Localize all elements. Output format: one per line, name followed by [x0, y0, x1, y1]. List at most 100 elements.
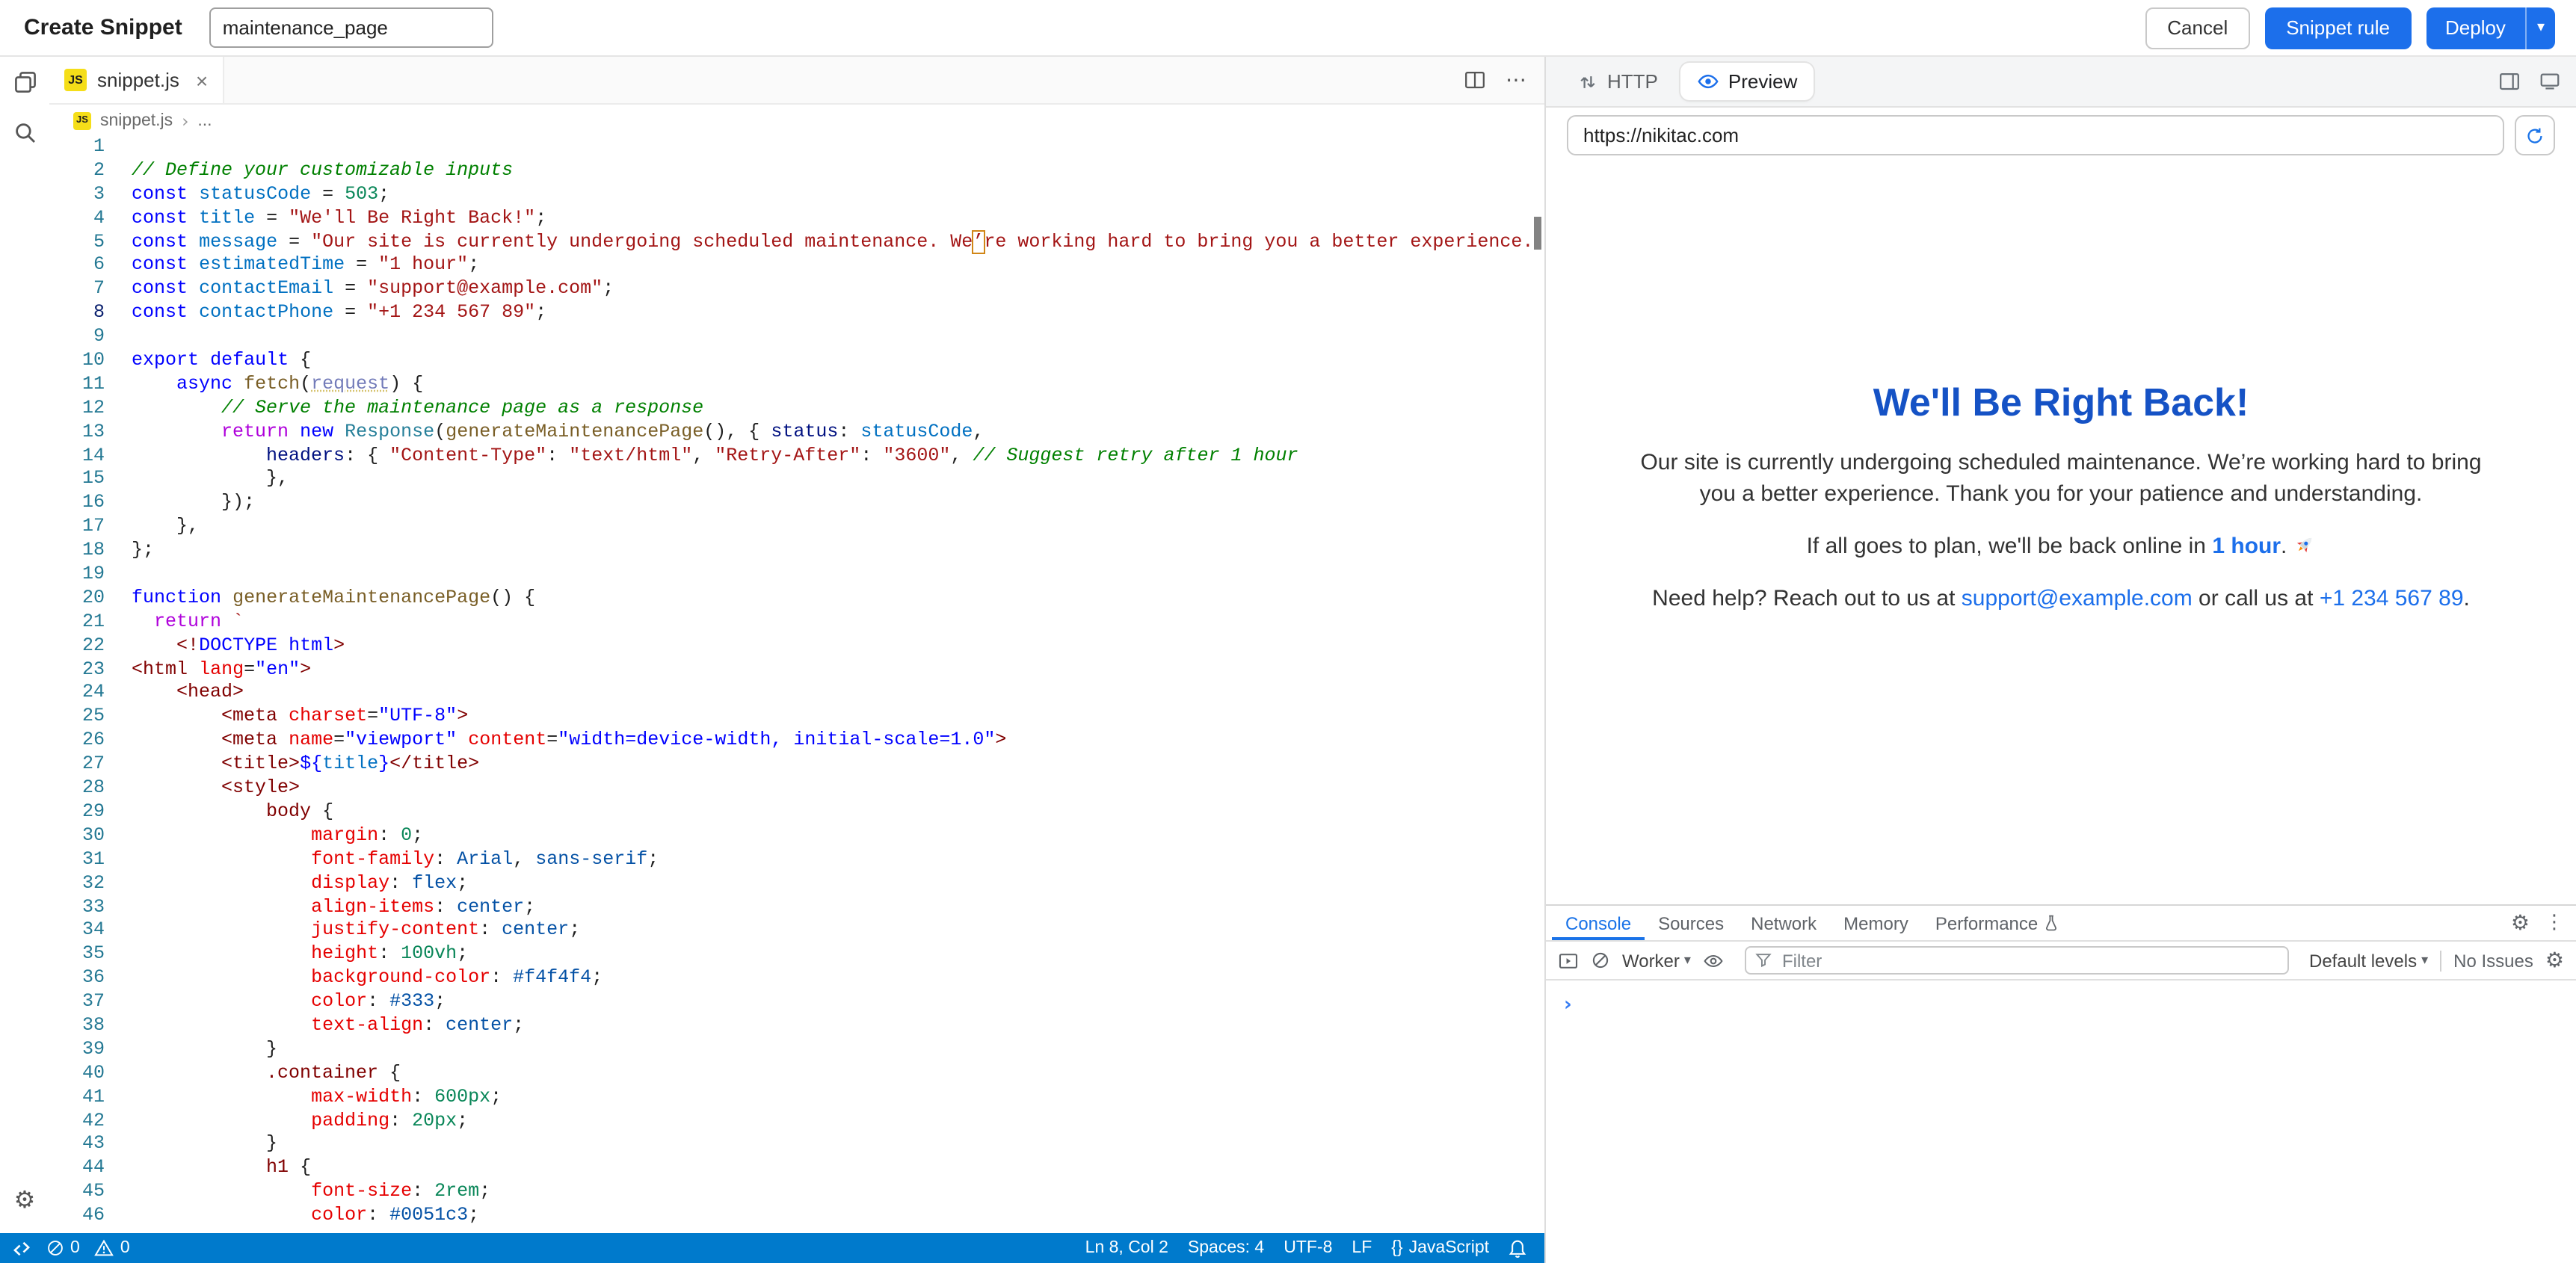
code-line[interactable]: 23<html lang="en"> — [49, 658, 1544, 682]
code-line[interactable]: 12 // Serve the maintenance page as a re… — [49, 398, 1544, 421]
code-line[interactable]: 11 async fetch(request) { — [49, 374, 1544, 398]
refresh-button[interactable] — [2515, 115, 2555, 155]
code-line[interactable]: 13 return new Response(generateMaintenan… — [49, 421, 1544, 445]
notifications-bell-icon[interactable] — [1509, 1238, 1526, 1258]
indentation-setting[interactable]: Spaces: 4 — [1188, 1239, 1264, 1257]
code-line[interactable]: 2// Define your customizable inputs — [49, 160, 1544, 184]
console-sidebar-icon[interactable] — [1558, 950, 1579, 971]
issues-counter[interactable]: No Issues — [2453, 950, 2533, 971]
code-line[interactable]: 29 body { — [49, 801, 1544, 825]
code-line[interactable]: 43 } — [49, 1134, 1544, 1158]
breadcrumb[interactable]: JS snippet.js › ... — [49, 105, 1544, 136]
code-line[interactable]: 17 }, — [49, 516, 1544, 540]
kebab-menu-icon[interactable]: ⋮ — [2545, 913, 2564, 933]
eol-setting[interactable]: LF — [1352, 1239, 1372, 1257]
console-settings-gear-icon[interactable]: ⚙ — [2545, 950, 2564, 971]
code-line[interactable]: 45 font-size: 2rem; — [49, 1181, 1544, 1205]
code-line[interactable]: 26 <meta name="viewport" content="width=… — [49, 730, 1544, 754]
code-line[interactable]: 10export default { — [49, 350, 1544, 374]
phone-link[interactable]: +1 234 567 89 — [2320, 585, 2464, 611]
support-email-link[interactable]: support@example.com — [1962, 585, 2193, 611]
snippet-rule-button[interactable]: Snippet rule — [2265, 7, 2411, 49]
cursor-position[interactable]: Ln 8, Col 2 — [1085, 1239, 1168, 1257]
warnings-indicator[interactable]: 0 — [95, 1239, 130, 1257]
live-expression-eye-icon[interactable] — [1703, 950, 1724, 971]
levels-label: Default levels — [2309, 950, 2417, 971]
line-number: 35 — [49, 944, 105, 968]
errors-indicator[interactable]: 0 — [46, 1239, 80, 1257]
line-number: 14 — [49, 445, 105, 469]
code-line[interactable]: 38 text-align: center; — [49, 1015, 1544, 1039]
close-icon[interactable]: × — [196, 70, 208, 90]
code-line[interactable]: 34 justify-content: center; — [49, 920, 1544, 944]
log-levels-dropdown[interactable]: Default levels ▾ — [2309, 950, 2428, 971]
code-line[interactable]: 30 margin: 0; — [49, 825, 1544, 849]
tab-preview[interactable]: Preview — [1680, 63, 1814, 100]
code-line[interactable]: 20function generateMaintenancePage() { — [49, 587, 1544, 611]
code-line[interactable]: 18}; — [49, 540, 1544, 563]
code-line[interactable]: 5const message = "Our site is currently … — [49, 231, 1544, 255]
code-line[interactable]: 36 background-color: #f4f4f4; — [49, 967, 1544, 991]
tab-performance[interactable]: Performance — [1922, 906, 2072, 940]
console-filter-input[interactable] — [1779, 948, 2278, 972]
code-line[interactable]: 41 max-width: 600px; — [49, 1086, 1544, 1110]
code-line[interactable]: 33 align-items: center; — [49, 896, 1544, 920]
code-line[interactable]: 7const contactEmail = "support@example.c… — [49, 279, 1544, 303]
code-line[interactable]: 31 font-family: Arial, sans-serif; — [49, 848, 1544, 872]
snippet-name-input[interactable] — [209, 7, 493, 48]
code-line[interactable]: 21 return ` — [49, 611, 1544, 635]
line-number: 13 — [49, 421, 105, 445]
language-mode[interactable]: {} JavaScript — [1391, 1239, 1489, 1257]
code-line[interactable]: 46 color: #0051c3; — [49, 1205, 1544, 1229]
code-line[interactable]: 44 h1 { — [49, 1158, 1544, 1182]
tab-sources[interactable]: Sources — [1645, 906, 1737, 940]
code-line[interactable]: 4const title = "We'll Be Right Back!"; — [49, 207, 1544, 231]
console-output[interactable]: › — [1546, 981, 2576, 1263]
gear-icon[interactable]: ⚙ — [2511, 912, 2530, 933]
deploy-dropdown-button[interactable]: ▾ — [2525, 7, 2555, 49]
clear-console-icon[interactable] — [1591, 951, 1610, 970]
split-editor-icon[interactable] — [1464, 69, 1486, 91]
cancel-button[interactable]: Cancel — [2145, 7, 2250, 49]
code-line[interactable]: 19 — [49, 563, 1544, 587]
search-icon[interactable] — [0, 108, 49, 158]
code-line[interactable]: 24 <head> — [49, 682, 1544, 706]
code-line[interactable]: 22 <!DOCTYPE html> — [49, 634, 1544, 658]
more-actions-icon[interactable]: ⋯ — [1506, 68, 1526, 92]
code-line[interactable]: 6const estimatedTime = "1 hour"; — [49, 255, 1544, 279]
code-line[interactable]: 39 } — [49, 1039, 1544, 1063]
code-line[interactable]: 27 <title>${title}</title> — [49, 753, 1544, 777]
remote-indicator-icon[interactable] — [12, 1238, 31, 1258]
code-line[interactable]: 14 headers: { "Content-Type": "text/html… — [49, 445, 1544, 469]
tab-console[interactable]: Console — [1552, 906, 1645, 940]
code-line[interactable]: 35 height: 100vh; — [49, 944, 1544, 968]
preview-url-input[interactable] — [1567, 115, 2504, 155]
tab-memory[interactable]: Memory — [1830, 906, 1922, 940]
console-prompt[interactable]: › — [1564, 994, 1572, 1016]
layout-panel-icon[interactable] — [2498, 70, 2521, 93]
code-editor[interactable]: 12// Define your customizable inputs3con… — [49, 136, 1544, 1233]
code-line[interactable]: 32 display: flex; — [49, 872, 1544, 896]
device-toolbar-icon[interactable] — [2539, 70, 2561, 93]
code-line[interactable]: 25 <meta charset="UTF-8"> — [49, 706, 1544, 730]
code-line[interactable]: 3const statusCode = 503; — [49, 184, 1544, 208]
code-line[interactable]: 28 <style> — [49, 777, 1544, 801]
code-line[interactable]: 40 .container { — [49, 1062, 1544, 1086]
code-line[interactable]: 37 color: #333; — [49, 991, 1544, 1015]
encoding-setting[interactable]: UTF-8 — [1284, 1239, 1332, 1257]
execution-context-dropdown[interactable]: Worker ▾ — [1622, 950, 1691, 971]
code-line[interactable]: 16 }); — [49, 492, 1544, 516]
line-number: 44 — [49, 1158, 105, 1182]
tab-network[interactable]: Network — [1737, 906, 1830, 940]
line-number: 39 — [49, 1039, 105, 1063]
code-line[interactable]: 9 — [49, 326, 1544, 350]
code-line[interactable]: 42 padding: 20px; — [49, 1110, 1544, 1134]
deploy-button[interactable]: Deploy — [2426, 7, 2525, 49]
tab-snippet-js[interactable]: JS snippet.js × — [49, 57, 224, 103]
tab-http[interactable]: HTTP — [1561, 63, 1674, 100]
code-line[interactable]: 8const contactPhone = "+1 234 567 89"; — [49, 302, 1544, 326]
code-line[interactable]: 1 — [49, 136, 1544, 160]
gear-icon[interactable]: ⚙ — [0, 1173, 49, 1224]
copy-icon[interactable] — [0, 57, 49, 108]
code-line[interactable]: 15 }, — [49, 469, 1544, 492]
